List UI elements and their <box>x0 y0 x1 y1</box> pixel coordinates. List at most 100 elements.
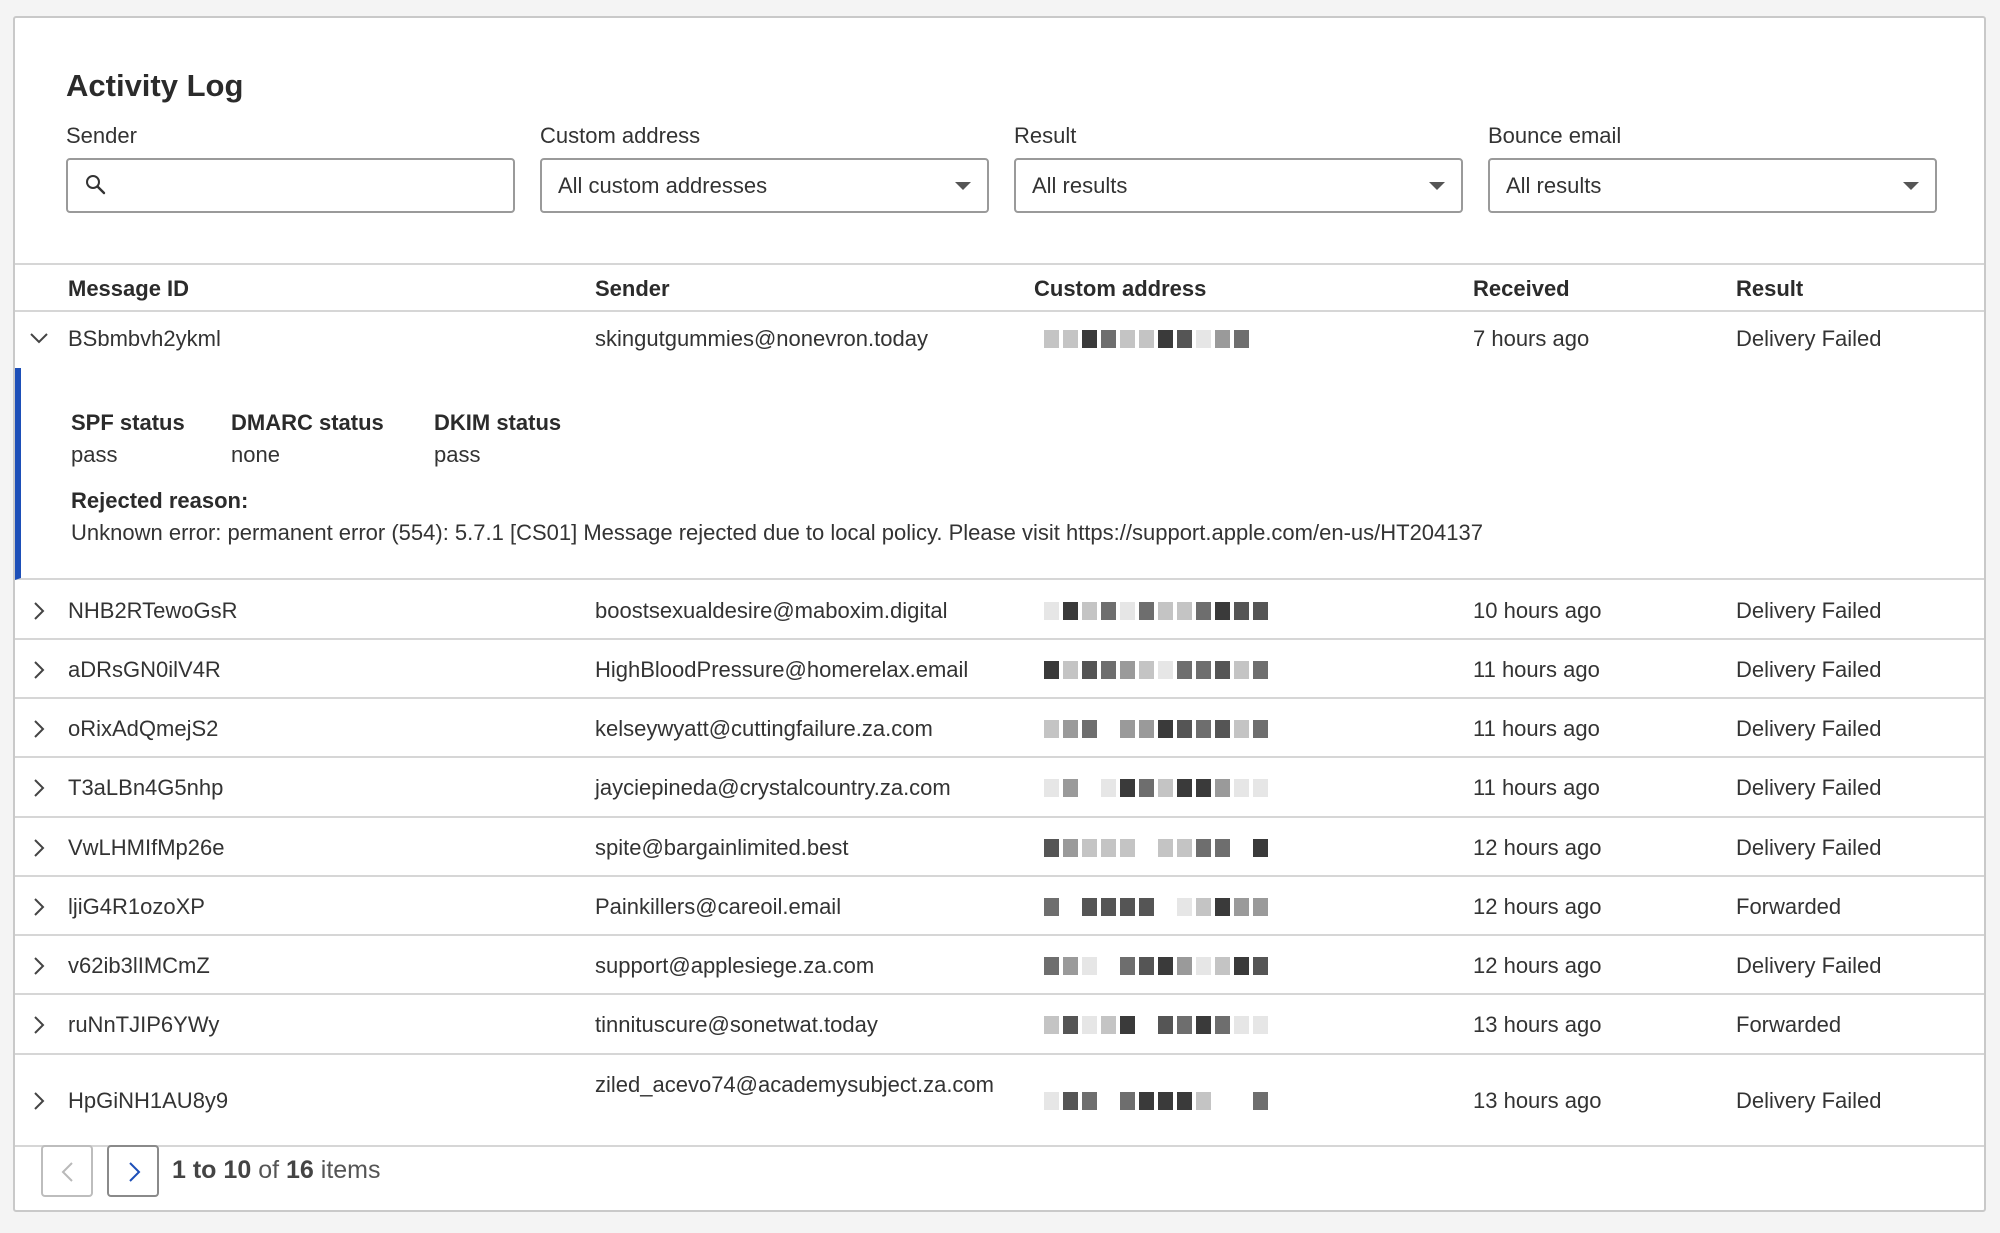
redaction-pixel <box>1101 602 1116 620</box>
redaction-pixel <box>1196 720 1211 738</box>
range-to: to <box>192 1156 217 1184</box>
message-id: ruNnTJIP6YWy <box>68 1012 220 1037</box>
next-page-button[interactable] <box>107 1145 159 1197</box>
table-row[interactable]: HpGiNH1AU8y9 ziled_acevo74@academysubject… <box>15 1055 1984 1147</box>
redaction-pixel <box>1177 602 1192 620</box>
redaction-pixel <box>1139 1016 1154 1034</box>
redaction-pixel <box>1120 1016 1135 1034</box>
redaction-pixel <box>1253 957 1268 975</box>
chevron-right-icon[interactable] <box>29 897 49 917</box>
sender-email: support@applesiege.za.com <box>595 953 875 978</box>
redaction-pixel <box>1215 661 1230 679</box>
redaction-pixel <box>1063 602 1078 620</box>
result-status: Delivery Failed <box>1736 716 1882 741</box>
table-row[interactable]: ruNnTJIP6YWy tinnituscure@sonetwat.today 1… <box>15 995 1984 1055</box>
redaction-pixel <box>1158 1092 1173 1110</box>
redaction-pixel <box>1177 330 1192 348</box>
redaction-pixel <box>1158 720 1173 738</box>
redaction-pixel <box>1082 1016 1097 1034</box>
redaction-pixel <box>1120 720 1135 738</box>
message-id: HpGiNH1AU8y9 <box>68 1088 229 1113</box>
chevron-right-icon[interactable] <box>29 660 49 680</box>
previous-page-button[interactable] <box>41 1145 93 1197</box>
chevron-right-icon[interactable] <box>29 778 49 798</box>
chevron-right-icon[interactable] <box>29 1091 49 1111</box>
redaction-pixel <box>1101 330 1116 348</box>
redaction-pixel <box>1234 957 1249 975</box>
table-row[interactable]: v62ib3lIMCmZ support@applesiege.za.com 12 … <box>15 936 1984 995</box>
chevron-right-icon[interactable] <box>29 838 49 858</box>
received-time: 12 hours ago <box>1473 835 1602 860</box>
bounce-email-select[interactable]: All results <box>1488 158 1937 213</box>
chevron-right-icon[interactable] <box>29 1015 49 1035</box>
range-end: 10 <box>223 1156 252 1184</box>
range-start: 1 <box>172 1156 186 1184</box>
chevron-right-icon[interactable] <box>29 719 49 739</box>
redaction-pixel <box>1196 661 1211 679</box>
message-id: T3aLBn4G5nhp <box>68 775 224 800</box>
redaction-pixel <box>1044 957 1059 975</box>
redaction-pixel <box>1044 330 1059 348</box>
chevron-down-icon[interactable] <box>29 328 49 348</box>
redaction-pixel <box>1177 898 1192 916</box>
result-select[interactable]: All results <box>1014 158 1463 213</box>
rejected-reason-label: Rejected reason: <box>71 488 249 513</box>
sender-email: HighBloodPressure@homerelax.email <box>595 657 969 682</box>
redaction-pixel <box>1234 1016 1249 1034</box>
table-row[interactable]: oRixAdQmejS2 kelseywyatt@cuttingfailure.z… <box>15 699 1984 758</box>
chevron-right-icon[interactable] <box>29 601 49 621</box>
redaction-pixel <box>1234 661 1249 679</box>
result-status: Delivery Failed <box>1736 1088 1882 1113</box>
received-time: 7 hours ago <box>1473 326 1590 351</box>
redaction-pixel <box>1215 330 1230 348</box>
search-icon <box>86 175 106 195</box>
redaction-pixel <box>1063 1016 1078 1034</box>
redaction-pixel <box>1196 779 1211 797</box>
redaction-pixel <box>1120 779 1135 797</box>
table-row[interactable]: BSbmbvh2ykml skingutgummies@nonevron.tod… <box>15 310 1984 368</box>
redaction-pixel <box>1158 839 1173 857</box>
result-status: Delivery Failed <box>1736 775 1882 800</box>
redaction-pixel <box>1177 720 1192 738</box>
redaction-pixel <box>1063 839 1078 857</box>
dmarc-status-value: none <box>231 442 280 467</box>
redaction-pixel <box>1063 779 1078 797</box>
redaction-pixel <box>1101 1092 1116 1110</box>
redaction-pixel <box>1044 1016 1059 1034</box>
custom-address-filter-label: Custom address <box>540 123 701 148</box>
sender-search-input[interactable] <box>66 158 515 213</box>
message-id: NHB2RTewoGsR <box>68 598 238 623</box>
redaction-pixel <box>1215 720 1230 738</box>
range-of: of <box>258 1156 280 1184</box>
received-time: 12 hours ago <box>1473 894 1602 919</box>
message-id: oRixAdQmejS2 <box>68 716 219 741</box>
table-row[interactable]: aDRsGN0ilV4R HighBloodPressure@homerelax.… <box>15 640 1984 699</box>
column-header-received: Received <box>1473 276 1570 301</box>
table-row[interactable]: T3aLBn4G5nhp jayciepineda@crystalcountry.… <box>15 758 1984 818</box>
redaction-pixel <box>1139 779 1154 797</box>
redaction-pixel <box>1063 1092 1078 1110</box>
redaction-pixel <box>1101 898 1116 916</box>
redaction-pixel <box>1063 957 1078 975</box>
redaction-pixel <box>1044 661 1059 679</box>
sender-email: tinnituscure@sonetwat.today <box>595 1012 878 1037</box>
table-row[interactable]: NHB2RTewoGsR boostsexualdesire@maboxim.di… <box>15 581 1984 640</box>
custom-address-select[interactable]: All custom addresses <box>540 158 989 213</box>
chevron-right-icon[interactable] <box>29 956 49 976</box>
column-header-custom-address: Custom address <box>1034 276 1207 301</box>
redaction-pixel <box>1139 720 1154 738</box>
redaction-pixel <box>1139 602 1154 620</box>
table-row[interactable]: ljiG4R1ozoXP Painkillers@careoil.email 12 … <box>15 877 1984 936</box>
redaction-pixel <box>1215 779 1230 797</box>
redaction-pixel <box>1215 602 1230 620</box>
redaction-pixel <box>1196 1092 1211 1110</box>
result-status: Delivery Failed <box>1736 657 1882 682</box>
redaction-pixel <box>1044 779 1059 797</box>
redaction-pixel <box>1063 330 1078 348</box>
redaction-pixel <box>1063 661 1078 679</box>
dkim-status-label: DKIM status <box>434 410 562 435</box>
redacted-custom-address <box>1044 957 1274 975</box>
redaction-pixel <box>1120 661 1135 679</box>
table-row[interactable]: VwLHMIfMp26e spite@bargainlimited.best 12 … <box>15 818 1984 877</box>
redaction-pixel <box>1196 957 1211 975</box>
